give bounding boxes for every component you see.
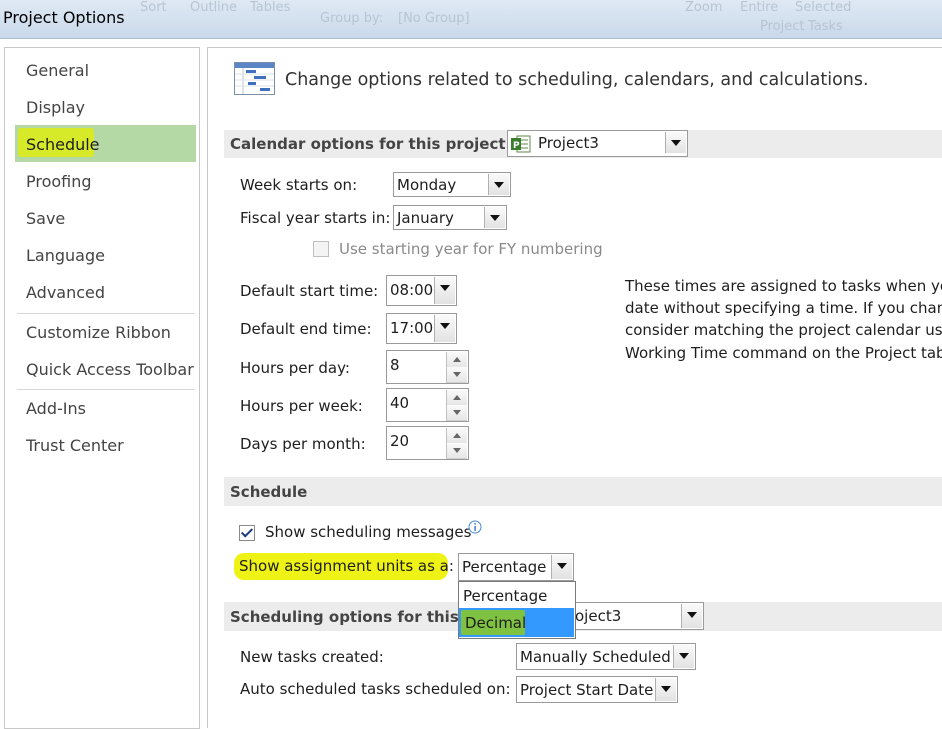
fy-numbering-checkbox[interactable]	[313, 241, 329, 257]
fy-numbering-label: Use starting year for FY numbering	[339, 240, 603, 258]
ribbon-ghost-text: Zoom	[685, 0, 723, 15]
info-text-line: These times are assigned to tasks when y…	[625, 277, 942, 295]
spin-down-icon[interactable]	[446, 405, 467, 421]
chevron-down-icon[interactable]	[484, 207, 505, 228]
default-end-label: Default end time:	[240, 320, 372, 338]
info-text-line: Working Time command on the Project tab	[625, 344, 942, 362]
auto-scheduled-value: Project Start Date	[520, 681, 654, 699]
scheduling-options-header-label: Scheduling options for this p	[230, 608, 475, 626]
assignment-units-value: Percentage	[462, 558, 547, 576]
hours-per-day-label: Hours per day:	[240, 359, 350, 377]
sidebar-item-advanced[interactable]: Advanced	[26, 283, 105, 303]
default-start-value: 08:00	[390, 281, 434, 299]
dropdown-option-percentage[interactable]: Percentage	[463, 587, 547, 605]
default-start-select[interactable]: 08:00	[386, 275, 457, 306]
days-per-month-stepper[interactable]: 20	[386, 426, 469, 460]
default-start-label: Default start time:	[240, 282, 379, 300]
auto-scheduled-label: Auto scheduled tasks scheduled on:	[240, 680, 511, 698]
hours-per-week-label: Hours per week:	[240, 397, 363, 415]
spin-up-icon[interactable]	[446, 390, 467, 406]
new-tasks-value: Manually Scheduled	[520, 648, 671, 666]
hours-per-day-stepper[interactable]: 8	[386, 350, 469, 384]
default-end-select[interactable]: 17:00	[386, 313, 457, 344]
week-starts-select[interactable]: Monday	[393, 172, 511, 197]
chevron-down-icon[interactable]	[488, 174, 509, 195]
calendar-project-select[interactable]: P Project3	[507, 130, 688, 157]
default-end-value: 17:00	[390, 319, 434, 337]
new-tasks-select[interactable]: Manually Scheduled	[516, 643, 696, 670]
ribbon-ghost-text: Sort	[140, 0, 167, 15]
info-icon[interactable]	[468, 520, 483, 535]
chevron-down-icon[interactable]	[655, 678, 676, 701]
ribbon-ghost-text: Tables	[250, 0, 291, 15]
week-starts-value: Monday	[397, 176, 457, 194]
chevron-down-icon[interactable]	[673, 645, 694, 668]
sidebar-item-general[interactable]: General	[26, 61, 89, 81]
spin-down-icon[interactable]	[446, 367, 467, 383]
ribbon-ghost-text: Selected	[795, 0, 852, 15]
schedule-options-icon	[234, 62, 275, 95]
sidebar-item-add-ins[interactable]: Add-Ins	[26, 399, 86, 419]
chevron-down-icon[interactable]	[434, 315, 455, 342]
sidebar-item-customize-ribbon[interactable]: Customize Ribbon	[26, 323, 171, 343]
ribbon-ghost-text: Group by:	[320, 11, 384, 26]
project-file-icon: P	[511, 135, 531, 153]
title-bar: Sort Outline Tables Group by: [No Group]…	[0, 0, 942, 39]
sidebar-item-trust-center[interactable]: Trust Center	[26, 436, 124, 456]
days-per-month-label: Days per month:	[240, 435, 366, 453]
calendar-options-header-label: Calendar options for this project:	[230, 135, 512, 153]
days-per-month-value: 20	[390, 432, 410, 450]
sidebar-item-quick-access-toolbar[interactable]: Quick Access Toolbar	[26, 360, 194, 380]
spin-up-icon[interactable]	[446, 428, 467, 444]
info-text-line: date without specifying a time. If you c…	[625, 299, 942, 317]
ribbon-ghost-text: Tasks	[808, 19, 843, 34]
chevron-down-icon[interactable]	[551, 555, 572, 579]
assignment-units-select[interactable]: Percentage	[458, 553, 574, 581]
spin-down-icon[interactable]	[446, 443, 467, 459]
chevron-down-icon[interactable]	[681, 604, 702, 628]
ribbon-ghost-text: Project	[760, 19, 805, 34]
ribbon-ghost-text: [No Group]	[398, 11, 470, 26]
sidebar-item-display[interactable]: Display	[26, 98, 85, 118]
sidebar-item-language[interactable]: Language	[26, 246, 105, 266]
sidebar-item-schedule[interactable]: Schedule	[26, 135, 100, 155]
calendar-project-value: Project3	[538, 134, 599, 152]
svg-text:P: P	[513, 141, 520, 151]
sidebar: General Display Schedule Proofing Save L…	[4, 47, 200, 729]
auto-scheduled-select[interactable]: Project Start Date	[516, 676, 678, 703]
sidebar-item-save[interactable]: Save	[26, 209, 65, 229]
fiscal-year-value: January	[397, 209, 454, 227]
fiscal-year-label: Fiscal year starts in:	[240, 209, 391, 227]
spin-up-icon[interactable]	[446, 352, 467, 368]
window-title: Project Options	[3, 8, 125, 27]
hours-per-day-value: 8	[390, 356, 400, 374]
schedule-section-header-label: Schedule	[230, 483, 308, 501]
show-messages-label: Show scheduling messages	[265, 523, 472, 541]
week-starts-label: Week starts on:	[240, 176, 358, 194]
info-text-line: consider matching the project calendar u…	[625, 321, 942, 339]
show-messages-checkbox[interactable]	[239, 525, 255, 541]
hours-per-week-value: 40	[390, 394, 410, 412]
schedule-section-header: Schedule	[224, 477, 942, 506]
sidebar-divider	[17, 389, 195, 390]
dropdown-option-decimal[interactable]: Decimal	[465, 614, 526, 632]
hours-per-week-stepper[interactable]: 40	[386, 388, 469, 422]
chevron-down-icon[interactable]	[665, 132, 686, 153]
ribbon-ghost-text: Outline	[190, 0, 238, 15]
new-tasks-label: New tasks created:	[240, 648, 384, 666]
assignment-units-label: Show assignment units as a:	[239, 557, 454, 575]
ribbon-ghost-text: Entire	[740, 0, 779, 15]
scheduling-project-value: oject3	[575, 607, 622, 625]
page-heading: Change options related to scheduling, ca…	[285, 70, 869, 90]
sidebar-item-proofing[interactable]: Proofing	[26, 172, 92, 192]
chevron-down-icon[interactable]	[434, 277, 455, 304]
fiscal-year-select[interactable]: January	[393, 205, 507, 230]
sidebar-divider	[17, 313, 195, 314]
